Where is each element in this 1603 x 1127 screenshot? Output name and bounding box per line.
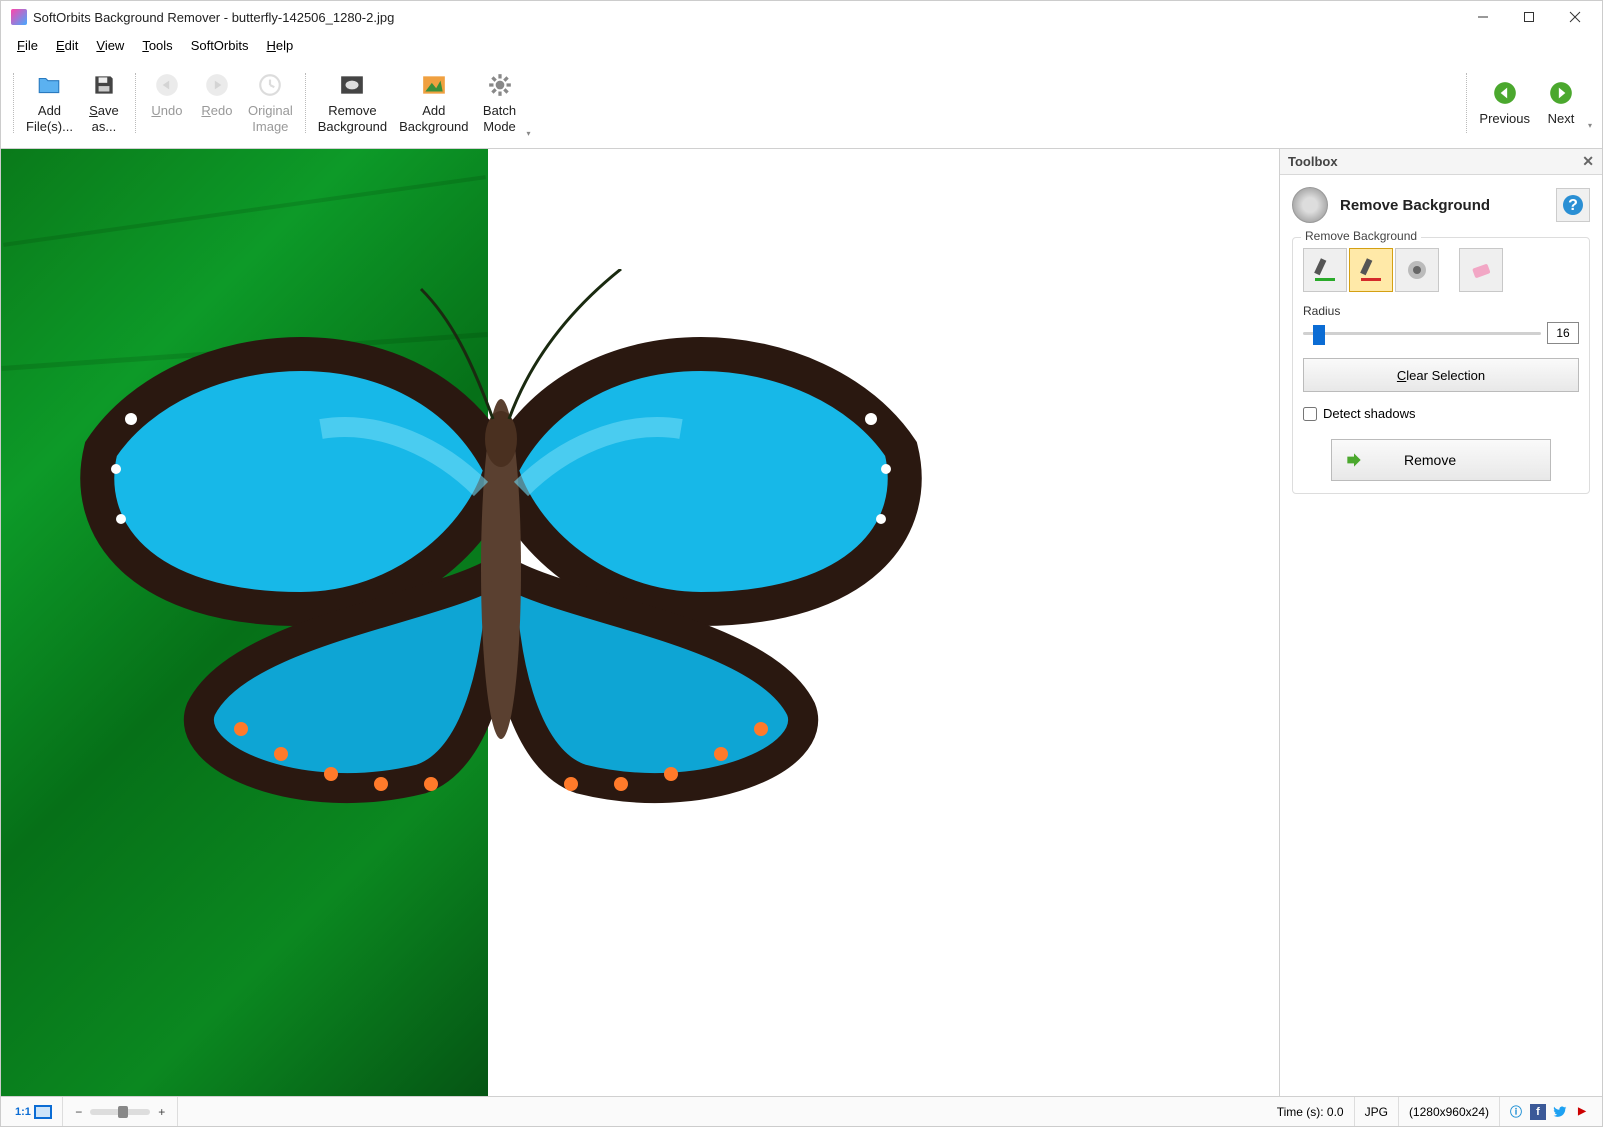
menu-bar: File Edit View Tools SoftOrbits Help (1, 33, 1602, 57)
radius-slider[interactable] (1303, 323, 1541, 343)
menu-edit[interactable]: Edit (48, 36, 86, 55)
zoom-controls: − + (63, 1097, 178, 1126)
remove-background-button[interactable]: Remove Background (312, 67, 393, 138)
slider-thumb[interactable] (1313, 325, 1325, 345)
red-marker-tool[interactable] (1349, 248, 1393, 292)
detect-shadows-input[interactable] (1303, 407, 1317, 421)
social-links: ⓘ f ▶ (1500, 1104, 1598, 1120)
undo-icon (153, 71, 181, 99)
radius-label: Radius (1303, 304, 1579, 318)
toolbar-separator (13, 73, 14, 133)
toolbar: Add File(s)... Saveas... Undo Redo (1, 57, 1602, 149)
toolbar-separator (135, 73, 136, 133)
next-button[interactable]: Next (1536, 75, 1586, 131)
toolbox-panel: Toolbox ✕ Remove Background ? Remove Bac… (1279, 149, 1602, 1096)
previous-button[interactable]: Previous (1473, 75, 1536, 131)
batch-mode-button[interactable]: Batch Mode (475, 67, 525, 138)
status-time: Time (s): 0.0 (1267, 1097, 1355, 1126)
app-icon (11, 9, 27, 25)
fit-screen-icon[interactable] (34, 1105, 52, 1119)
toolbox-title: Remove Background (1340, 197, 1556, 214)
youtube-icon[interactable]: ▶ (1574, 1104, 1590, 1120)
arrow-right-icon (1547, 79, 1575, 107)
twitter-icon[interactable] (1552, 1104, 1568, 1120)
remove-bg-icon (338, 71, 366, 99)
title-bar: SoftOrbits Background Remover - butterfl… (1, 1, 1602, 33)
facebook-icon[interactable]: f (1530, 1104, 1546, 1120)
window-controls (1460, 1, 1598, 33)
eraser-tool[interactable] (1459, 248, 1503, 292)
window-title: SoftOrbits Background Remover - butterfl… (33, 10, 1460, 25)
remove-button[interactable]: Remove (1331, 439, 1551, 481)
menu-view[interactable]: View (88, 36, 132, 55)
save-as-button[interactable]: Saveas... (79, 67, 129, 138)
dropdown-arrow-icon[interactable]: ▾ (1588, 121, 1592, 130)
clock-icon (256, 71, 284, 99)
status-dimensions: (1280x960x24) (1399, 1097, 1500, 1126)
zoom-slider-thumb[interactable] (118, 1106, 128, 1118)
group-label: Remove Background (1301, 229, 1421, 243)
canvas-area[interactable] (1, 149, 1279, 1096)
main-area: Toolbox ✕ Remove Background ? Remove Bac… (1, 149, 1602, 1096)
image-preview (1, 149, 971, 1096)
save-icon (90, 71, 118, 99)
remove-bg-icon (1292, 187, 1328, 223)
maximize-button[interactable] (1506, 1, 1552, 33)
redo-button[interactable]: Redo (192, 67, 242, 123)
arrow-left-icon (1491, 79, 1519, 107)
close-button[interactable] (1552, 1, 1598, 33)
folder-icon (35, 71, 63, 99)
help-button[interactable]: ? (1556, 188, 1590, 222)
zoom-out-button[interactable]: − (71, 1105, 86, 1119)
zoom-slider[interactable] (90, 1109, 150, 1115)
original-image-button[interactable]: Original Image (242, 67, 299, 138)
toolbar-separator (1466, 73, 1467, 133)
add-files-button[interactable]: Add File(s)... (20, 67, 79, 138)
undo-button[interactable]: Undo (142, 67, 192, 123)
zoom-ratio[interactable]: 1:1 (5, 1097, 63, 1126)
toolbox-panel-title: Toolbox (1288, 154, 1338, 169)
zoom-in-button[interactable]: + (154, 1105, 169, 1119)
status-format: JPG (1355, 1097, 1399, 1126)
menu-tools[interactable]: Tools (134, 36, 180, 55)
status-bar: 1:1 − + Time (s): 0.0 JPG (1280x960x24) … (1, 1096, 1602, 1126)
add-background-button[interactable]: Add Background (393, 67, 474, 138)
menu-help[interactable]: Help (258, 36, 301, 55)
menu-softorbits[interactable]: SoftOrbits (183, 36, 257, 55)
radius-input[interactable] (1547, 322, 1579, 344)
toolbar-separator (305, 73, 306, 133)
toolbox-close-button[interactable]: ✕ (1582, 153, 1594, 170)
clear-selection-button[interactable]: Clear Selection (1303, 358, 1579, 392)
remove-background-group: Remove Background Radius (1292, 237, 1590, 494)
menu-file[interactable]: File (9, 36, 46, 55)
toolbox-header: Toolbox ✕ (1280, 149, 1602, 175)
svg-text:?: ? (1568, 197, 1578, 214)
detect-shadows-checkbox[interactable]: Detect shadows (1303, 406, 1579, 421)
gear-icon (486, 71, 514, 99)
green-marker-tool[interactable] (1303, 248, 1347, 292)
magic-wand-tool[interactable] (1395, 248, 1439, 292)
redo-icon (203, 71, 231, 99)
info-icon[interactable]: ⓘ (1508, 1104, 1524, 1120)
arrow-right-icon (1344, 450, 1364, 470)
add-bg-icon (420, 71, 448, 99)
dropdown-arrow-icon[interactable]: ▾ (527, 129, 531, 138)
minimize-button[interactable] (1460, 1, 1506, 33)
butterfly-subject (61, 269, 941, 839)
